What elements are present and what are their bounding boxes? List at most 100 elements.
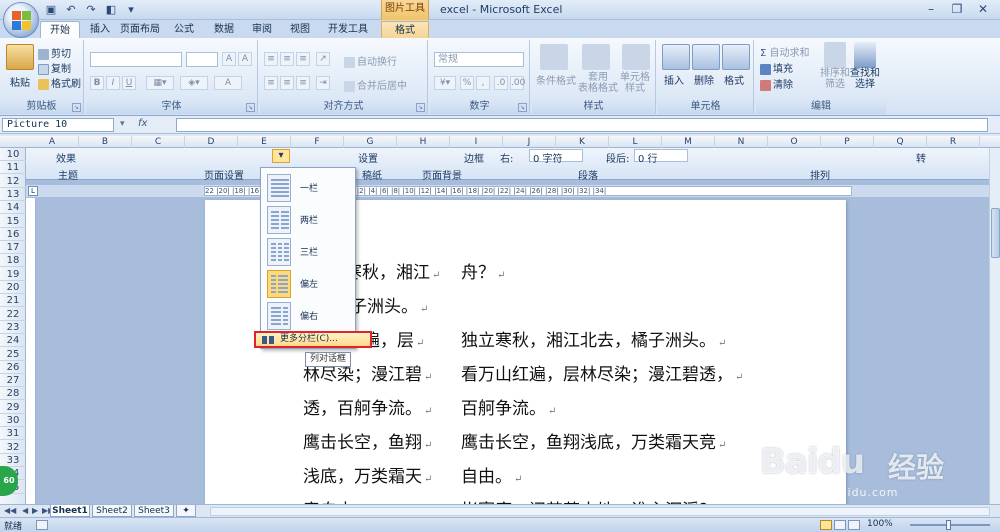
row-header[interactable]: 14 — [0, 201, 26, 215]
border-button[interactable]: ▦▾ — [146, 76, 174, 90]
align-center-icon[interactable]: ≡ — [280, 76, 294, 90]
insert-sheet-icon[interactable]: ✦ — [176, 505, 196, 517]
close-button[interactable]: ✕ — [970, 0, 996, 18]
alignment-launcher-icon[interactable]: ↘ — [416, 103, 425, 112]
first-sheet-icon[interactable]: ◀◀ — [4, 506, 16, 515]
row-header[interactable]: 10 — [0, 148, 26, 161]
wrap-text-button[interactable]: 自动换行 — [344, 53, 397, 68]
column-header[interactable]: I — [450, 136, 503, 148]
cell-styles-icon[interactable] — [622, 44, 650, 70]
sheet-tab-1[interactable]: Sheet1 — [50, 505, 90, 517]
row-header[interactable]: 25 — [0, 348, 26, 361]
vertical-scrollbar[interactable] — [989, 148, 1000, 504]
font-name-combo[interactable] — [90, 52, 182, 67]
align-bottom-icon[interactable]: ≡ — [296, 52, 310, 66]
right-indent-input[interactable]: 0 字符 — [529, 149, 583, 165]
comma-button[interactable]: , — [476, 76, 490, 90]
font-size-combo[interactable] — [186, 52, 218, 67]
space-after-input[interactable]: 0 行 — [634, 149, 688, 165]
page-layout-view-icon[interactable] — [834, 520, 846, 530]
column-header[interactable]: E — [238, 136, 291, 148]
column-header[interactable]: C — [132, 136, 185, 148]
format-painter-button[interactable]: 格式刷 — [38, 75, 81, 90]
format-cells-icon[interactable] — [722, 44, 750, 70]
shrink-font-button[interactable]: A — [238, 52, 252, 66]
row-header[interactable]: 27 — [0, 374, 26, 388]
column-header[interactable]: D — [185, 136, 238, 148]
sort-filter-icon[interactable] — [824, 42, 846, 68]
next-sheet-icon[interactable]: ▶ — [32, 506, 38, 515]
row-header[interactable]: 17 — [0, 241, 26, 255]
autosum-button[interactable]: Σ 自动求和 — [760, 44, 810, 59]
row-header[interactable]: 18 — [0, 254, 26, 268]
column-header[interactable]: N — [715, 136, 768, 148]
insert-cells-icon[interactable] — [662, 44, 690, 70]
right-column-item[interactable]: 偏右 — [264, 299, 352, 333]
number-launcher-icon[interactable]: ↘ — [518, 103, 527, 112]
row-header[interactable]: 22 — [0, 308, 26, 321]
cut-button[interactable]: 剪切 — [38, 45, 71, 60]
row-header[interactable]: 23 — [0, 321, 26, 334]
row-header[interactable]: 20 — [0, 281, 26, 294]
horizontal-scrollbar[interactable] — [210, 507, 990, 516]
copy-button[interactable]: 复制 — [38, 60, 71, 75]
row-header[interactable]: 13 — [0, 188, 26, 201]
macro-record-icon[interactable] — [36, 520, 48, 530]
find-select-icon[interactable] — [854, 42, 876, 68]
clipboard-launcher-icon[interactable]: ↘ — [72, 103, 81, 112]
cell-styles-button[interactable]: 单元格 样式 — [620, 72, 650, 94]
clear-button[interactable]: 清除 — [760, 76, 793, 91]
columns-dropdown-button[interactable]: ▾ — [272, 149, 290, 163]
tab-page-layout[interactable]: 页面布局 — [118, 21, 162, 38]
merge-center-button[interactable]: 合并后居中 — [344, 77, 407, 92]
underline-button[interactable]: U — [122, 76, 136, 90]
customize-qat-icon[interactable]: ▾ — [124, 3, 138, 17]
row-header[interactable]: 19 — [0, 268, 26, 281]
column-header[interactable]: K — [556, 136, 609, 148]
align-middle-icon[interactable]: ≡ — [280, 52, 294, 66]
paste-icon[interactable] — [6, 44, 34, 70]
tab-data[interactable]: 数据 — [208, 21, 240, 38]
column-header[interactable]: F — [291, 136, 344, 148]
minimize-button[interactable]: – — [918, 0, 944, 18]
bold-button[interactable]: B — [90, 76, 104, 90]
format-as-table-button[interactable]: 套用 表格格式 — [578, 72, 618, 94]
sheet-tab-3[interactable]: Sheet3 — [134, 505, 174, 517]
fill-button[interactable]: 填充 — [760, 60, 793, 75]
align-left-icon[interactable]: ≡ — [264, 76, 278, 90]
row-header[interactable]: 31 — [0, 427, 26, 441]
column-header[interactable]: M — [662, 136, 715, 148]
percent-button[interactable]: % — [460, 76, 474, 90]
prev-sheet-icon[interactable]: ◀ — [22, 506, 28, 515]
find-select-button[interactable]: 查找和 选择 — [850, 68, 880, 90]
tab-selector-icon[interactable]: L — [28, 186, 38, 196]
row-header[interactable]: 33 — [0, 454, 26, 467]
row-header[interactable]: 32 — [0, 441, 26, 454]
page-break-view-icon[interactable] — [848, 520, 860, 530]
more-columns-item[interactable]: 更多分栏(C)... — [254, 331, 372, 348]
format-as-table-icon[interactable] — [582, 44, 610, 70]
restore-button[interactable]: ❐ — [944, 0, 970, 18]
column-header[interactable]: B — [79, 136, 132, 148]
italic-button[interactable]: I — [106, 76, 120, 90]
align-top-icon[interactable]: ≡ — [264, 52, 278, 66]
row-header[interactable]: 11 — [0, 161, 26, 175]
tab-developer[interactable]: 开发工具 — [326, 21, 370, 38]
column-header[interactable]: A — [26, 136, 79, 148]
save-icon[interactable]: ▣ — [44, 3, 58, 17]
column-header[interactable]: Q — [874, 136, 927, 148]
paste-button[interactable]: 粘贴 — [10, 74, 30, 89]
increase-decimal-icon[interactable]: .0 — [494, 76, 508, 90]
insert-cells-button[interactable]: 插入 — [664, 72, 684, 87]
align-right-icon[interactable]: ≡ — [296, 76, 310, 90]
office-button[interactable] — [3, 2, 39, 38]
row-header[interactable]: 15 — [0, 215, 26, 228]
decrease-decimal-icon[interactable]: .00 — [510, 76, 525, 90]
column-header[interactable]: J — [503, 136, 556, 148]
row-header[interactable]: 30 — [0, 414, 26, 427]
number-format-combo[interactable]: 常规 — [434, 52, 524, 67]
currency-button[interactable]: ¥▾ — [434, 76, 456, 90]
grow-font-button[interactable]: A — [222, 52, 236, 66]
column-header[interactable]: R — [927, 136, 980, 148]
column-header[interactable]: H — [397, 136, 450, 148]
